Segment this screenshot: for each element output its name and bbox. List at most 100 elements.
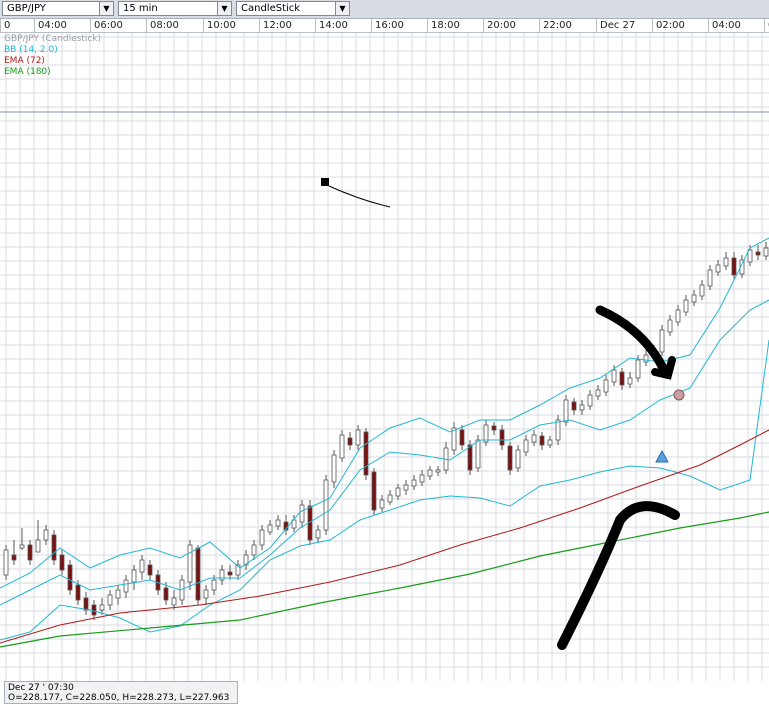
candle-body (395, 487, 401, 497)
candle-body (475, 439, 481, 469)
candle-body (411, 479, 417, 487)
legend-ema72: EMA (72) (4, 56, 45, 66)
candle-body (723, 257, 729, 267)
price-chart[interactable] (0, 33, 769, 681)
arrow-annotation-top (595, 305, 670, 377)
candle-body (611, 369, 617, 383)
candle-body (427, 469, 433, 477)
candle-body (339, 434, 345, 459)
candle-body (419, 474, 425, 483)
candle-body (11, 554, 17, 561)
time-tick-label: 0 (764, 19, 769, 32)
candle-body (595, 389, 601, 397)
candle-body (3, 549, 9, 576)
candle-body (707, 269, 713, 287)
candle-body (387, 494, 393, 503)
candle-body (731, 257, 737, 276)
candle-body (203, 589, 209, 599)
legend-series: GBP/JPY (Candlestick) (4, 34, 102, 44)
candle-body (131, 569, 137, 583)
candle-body (347, 437, 353, 446)
candle-body (315, 529, 321, 539)
candle-body (643, 354, 649, 363)
candle-body (363, 431, 369, 476)
time-tick-label: 14:00 (315, 19, 348, 32)
candle-body (507, 445, 513, 471)
candle-body (563, 399, 569, 423)
candle-body (531, 434, 537, 443)
annotation-square-mark (321, 178, 329, 186)
candle-body (75, 584, 81, 601)
time-tick-label: 20:00 (483, 19, 516, 32)
chevron-down-icon[interactable]: ▼ (99, 2, 113, 15)
candle-body (603, 379, 609, 393)
candle-body (483, 424, 489, 443)
candle-body (259, 529, 265, 546)
candle-body (163, 587, 169, 601)
candle-body (763, 247, 769, 257)
candle-body (675, 309, 681, 323)
candle-body (187, 544, 193, 583)
candle-body (515, 449, 521, 469)
candle-body (107, 594, 113, 606)
candle-body (435, 469, 441, 473)
interval-dropdown[interactable]: 15 min ▼ (118, 1, 232, 16)
candle-body (43, 529, 49, 541)
candle-body (715, 264, 721, 273)
candle-body (659, 329, 665, 353)
candle-body (635, 359, 641, 379)
chevron-down-icon[interactable]: ▼ (335, 2, 349, 15)
candle-body (299, 504, 305, 523)
legend-ema180: EMA (180) (4, 67, 51, 77)
candle-body (355, 429, 361, 446)
candle-body (275, 519, 281, 527)
time-tick-label: 0 (0, 19, 10, 32)
candle-body (547, 439, 553, 446)
candle-body (91, 604, 97, 616)
candle-body (51, 534, 57, 561)
time-tick-label: 18:00 (427, 19, 460, 32)
candle-body (627, 377, 633, 385)
time-tick-label: 06:00 (90, 19, 123, 32)
candle-body (267, 524, 273, 533)
time-tick-label: Dec 27 (596, 19, 635, 32)
candle-body (195, 547, 201, 601)
candle-body (67, 564, 73, 591)
symbol-dropdown[interactable]: GBP/JPY ▼ (2, 1, 114, 16)
time-tick-label: 22:00 (539, 19, 572, 32)
candle-body (403, 484, 409, 491)
candle-body (491, 425, 497, 431)
candle-body (227, 571, 233, 576)
candle-body (331, 454, 337, 483)
toolbar: GBP/JPY ▼ 15 min ▼ CandleStick ▼ (0, 0, 769, 19)
candle-body (667, 319, 673, 333)
ohlc-status-box: Dec 27 ' 07:30 O=228.177, C=228.050, H=2… (4, 681, 238, 704)
interval-value: 15 min (123, 3, 158, 14)
candle-body (123, 579, 129, 593)
status-ohlc: O=228.177, C=228.050, H=228.273, L=227.9… (8, 693, 230, 703)
candle-body (139, 559, 145, 573)
status-datetime: Dec 27 ' 07:30 (8, 683, 74, 693)
candle-body (579, 404, 585, 411)
chevron-down-icon[interactable]: ▼ (217, 2, 231, 15)
candle-body (499, 429, 505, 446)
candle-body (147, 564, 153, 576)
candle-body (379, 499, 385, 509)
candle-body (699, 284, 705, 297)
candle-body (59, 554, 65, 571)
candle-body (251, 544, 257, 556)
signal-marker (673, 389, 685, 401)
candle-body (683, 299, 689, 313)
candle-body (587, 394, 593, 407)
time-tick-label: 04:00 (34, 19, 67, 32)
time-tick-label: 08:00 (146, 19, 179, 32)
candle-body (755, 251, 761, 256)
chart-type-dropdown[interactable]: CandleStick ▼ (236, 1, 350, 16)
candle-body (35, 539, 41, 553)
candle-body (83, 597, 89, 611)
legend-bollinger: BB (14, 2.0) (4, 45, 58, 55)
candle-body (467, 444, 473, 471)
candle-body (99, 604, 105, 611)
candle-body (27, 544, 33, 561)
candle-body (571, 401, 577, 411)
